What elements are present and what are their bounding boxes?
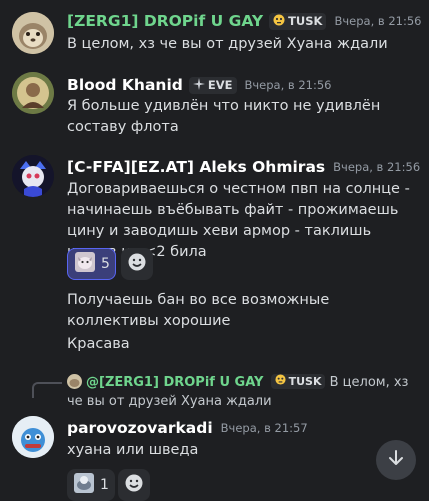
skull-face-icon [275, 372, 286, 391]
reply-connector [32, 382, 62, 398]
message-text: хуана или шведа [67, 442, 199, 458]
badge-label: TUSK [288, 375, 322, 388]
reply-username[interactable]: @[ZERG1] DROPif U GAY [86, 375, 263, 390]
reply-preview[interactable]: @[ZERG1] DROPif U GAY TUSK В целом, хз ч… [67, 373, 417, 411]
smiley-icon [124, 473, 144, 497]
timestamp: Вчера, в 21:57 [220, 421, 308, 435]
message-text: Я больше удивлён что никто не удивлён со… [67, 98, 381, 135]
username[interactable]: parovozovarkadi [67, 419, 213, 437]
username[interactable]: [ZERG1] DROPif U GAY [67, 12, 263, 30]
message-text: Договариваешься о честном пвп на солнце … [67, 181, 410, 260]
username[interactable]: [C-FFA][EZ.AT] Aleks Ohmiras [67, 158, 325, 176]
badge-label: EVE [207, 78, 233, 92]
arrow-down-icon [386, 448, 406, 472]
badge-label: TUSK [288, 14, 323, 28]
timestamp: Вчера, в 21:56 [244, 78, 332, 92]
add-reaction-button[interactable] [121, 248, 153, 280]
cat-emoji-icon [75, 252, 95, 276]
timestamp: Вчера, в 21:56 [333, 160, 421, 174]
avatar[interactable] [12, 155, 54, 197]
reply-guild-tag-badge: TUSK [270, 372, 326, 391]
avatar[interactable] [12, 12, 54, 54]
reaction-count: 5 [101, 256, 110, 272]
message-text-followup-2: Красава [67, 336, 130, 352]
guild-tag-badge[interactable]: EVE [188, 76, 237, 94]
reaction-count: 1 [100, 477, 109, 493]
avatar[interactable] [12, 72, 54, 114]
emoji-icon [74, 473, 94, 497]
username[interactable]: Blood Khanid [67, 76, 183, 94]
timestamp: Вчера, в 21:56 [334, 14, 422, 28]
reply-avatar [67, 374, 82, 389]
add-reaction-button[interactable] [118, 469, 150, 501]
avatar[interactable] [12, 416, 54, 458]
smiley-icon [127, 252, 147, 276]
skull-face-icon [273, 14, 285, 29]
message-text: В целом, хз че вы от друзей Хуана ждали [67, 36, 388, 52]
message-text-followup-1: Получаешь бан во все возможные коллектив… [67, 292, 330, 329]
reaction-button[interactable]: 5 [67, 248, 116, 280]
guild-tag-badge[interactable]: TUSK [269, 12, 327, 30]
reaction-button[interactable]: 1 [67, 469, 115, 501]
sparkle-icon [192, 77, 205, 93]
jump-to-bottom-button[interactable] [376, 440, 416, 480]
